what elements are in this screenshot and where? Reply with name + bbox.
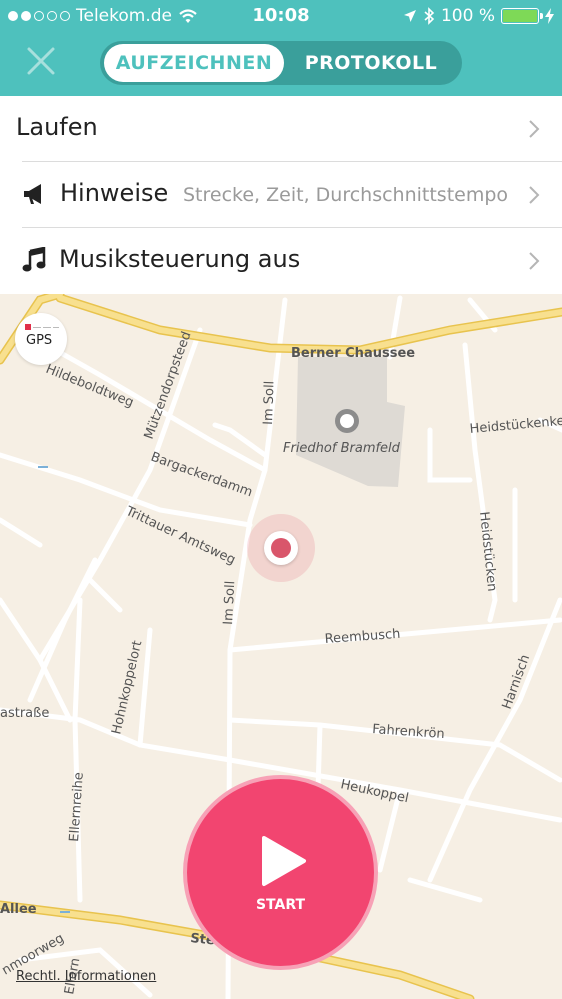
chevron-right-icon [529,186,540,204]
activity-type-label: Laufen [16,113,98,141]
close-button[interactable] [24,44,58,78]
mode-segmented-control: AUFZEICHNEN PROTOKOLL [100,41,462,85]
start-label: START [255,897,306,913]
street-label: Berner Chaussee [291,346,415,361]
street-label: Im Soll [221,580,238,625]
start-button[interactable]: START [183,775,378,970]
chevron-right-icon [529,252,540,270]
bluetooth-icon [424,7,435,25]
activity-type-row[interactable]: Laufen [0,96,562,162]
legal-info-link[interactable]: Rechtl. Informationen [16,969,156,984]
tab-aufzeichnen[interactable]: AUFZEICHNEN [104,44,284,82]
gps-label: GPS [26,333,53,348]
gps-indicator[interactable]: GPS [15,313,67,365]
status-right: 100 % [403,6,554,26]
play-icon [262,836,306,886]
music-label: Musiksteuerung aus [59,245,301,273]
tab-protokoll[interactable]: PROTOKOLL [284,44,458,82]
hints-detail: Strecke, Zeit, Durchschnittstempo [183,184,509,206]
poi-label: Friedhof Bramfeld [283,441,401,456]
status-bar: Telekom.de 10:08 100 % [0,0,562,32]
current-location-marker [247,514,315,582]
close-icon [27,47,55,75]
music-row[interactable]: Musiksteuerung aus [0,228,562,294]
street-label: Im Soll [261,381,278,426]
settings-list: Laufen Hinweise Strecke, Zeit, Durchschn… [0,96,562,294]
street-label: astraße [0,706,49,721]
hints-label: Hinweise [60,179,169,207]
location-arrow-icon [403,10,416,22]
header-bar: Telekom.de 10:08 100 % AUFZEICHNEN PROTO… [0,0,562,96]
hints-row[interactable]: Hinweise Strecke, Zeit, Durchschnittstem… [0,162,562,228]
gps-signal-icon [25,324,31,330]
chevron-right-icon [529,120,540,138]
megaphone-icon [24,184,41,204]
battery-percent: 100 % [440,6,495,26]
battery-icon [501,8,543,24]
charging-icon [545,8,554,24]
music-note-icon [22,247,46,272]
street-label: Allee [0,902,37,917]
